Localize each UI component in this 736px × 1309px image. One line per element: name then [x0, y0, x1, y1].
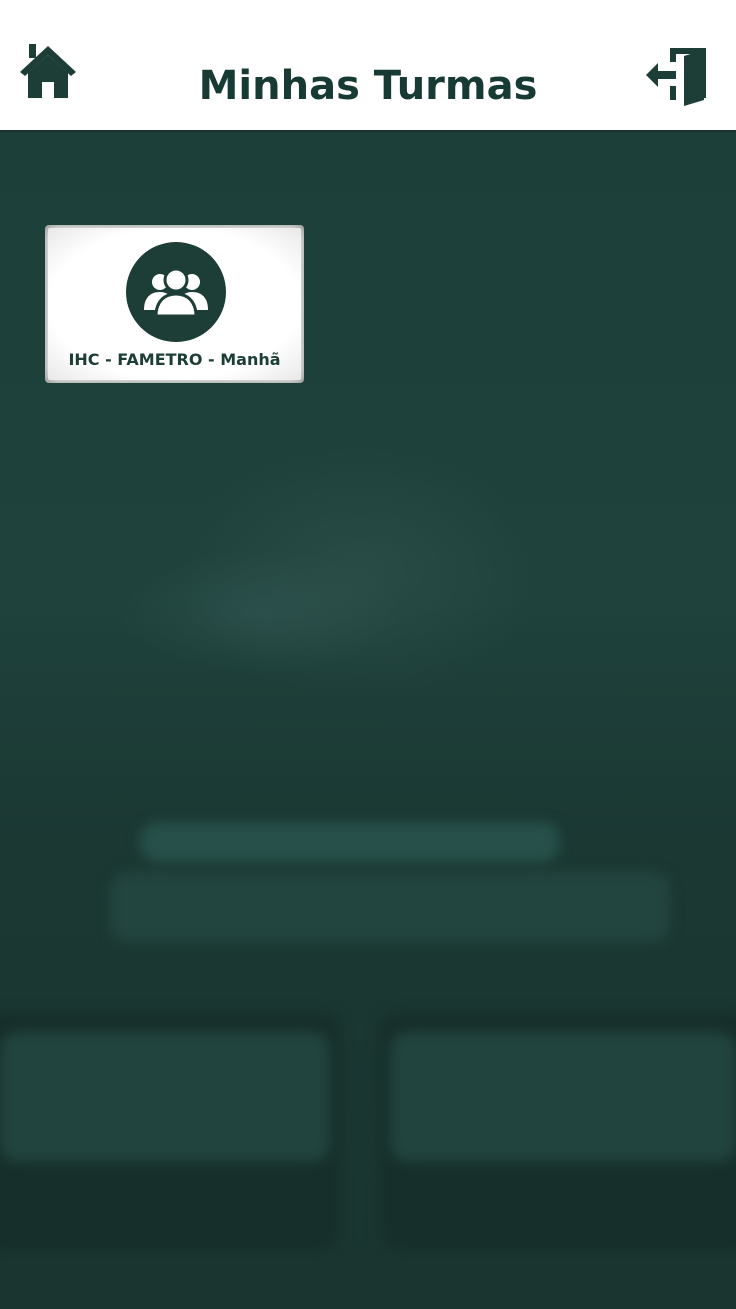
logout-button[interactable] [644, 44, 710, 108]
background-desk [140, 822, 560, 862]
class-card[interactable]: IHC - FAMETRO - Manhã [45, 225, 304, 383]
background-desk [390, 1032, 736, 1162]
top-bar: Minhas Turmas [0, 0, 736, 132]
class-avatar [126, 242, 226, 342]
logout-door-icon [646, 48, 706, 106]
background-desk [0, 1032, 330, 1162]
page-title: Minhas Turmas [198, 63, 538, 109]
app-screen: Minhas Turmas IHC - FAMETRO - Manhã [0, 0, 736, 1309]
group-users-icon [144, 267, 208, 318]
class-name: IHC - FAMETRO - Manhã [68, 350, 281, 369]
class-card-body: IHC - FAMETRO - Manhã [48, 228, 301, 380]
background-desk [110, 872, 670, 942]
